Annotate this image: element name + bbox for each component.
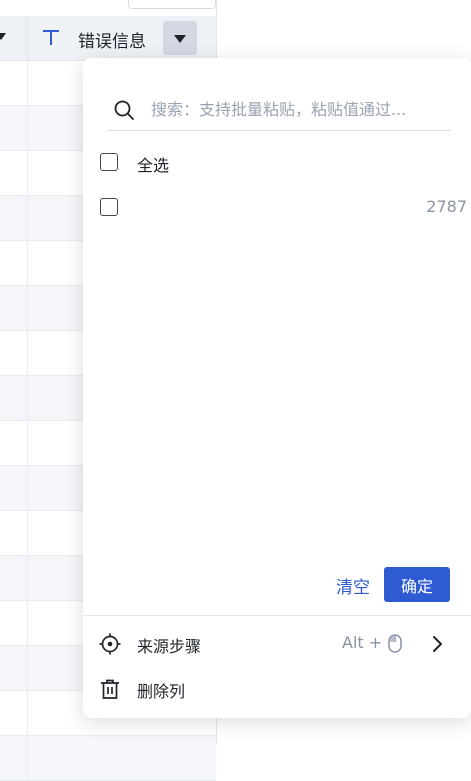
chevron-right-icon[interactable]: [430, 634, 444, 654]
menu-item-delete-column[interactable]: 删除列: [83, 669, 471, 709]
search-input[interactable]: [151, 94, 447, 124]
caret-down-icon: [174, 35, 186, 43]
column-filter-popup: 全选 2787 清空 确定 来源步骤 Alt +: [83, 58, 471, 718]
column-header-row: 错误信息: [0, 16, 216, 61]
trash-icon: [101, 679, 119, 699]
delete-column-label: 删除列: [137, 682, 186, 701]
text-type-icon: [43, 30, 59, 45]
divider: [83, 615, 471, 616]
select-all-label: 全选: [137, 156, 170, 175]
shortcut-hint: Alt +: [342, 633, 383, 652]
clear-button[interactable]: 清空: [336, 573, 370, 598]
filter-search: [107, 88, 451, 131]
caret-down-icon[interactable]: [0, 33, 6, 40]
confirm-button[interactable]: 确定: [384, 567, 450, 602]
source-step-label: 来源步骤: [137, 637, 202, 656]
filter-option-checkbox[interactable]: [100, 198, 118, 216]
select-all-option[interactable]: 全选: [100, 152, 471, 176]
toolbar-edge: [128, 0, 216, 9]
filter-option[interactable]: 2787: [100, 197, 471, 221]
table-row[interactable]: [0, 736, 216, 781]
menu-item-source-step[interactable]: 来源步骤 Alt +: [83, 624, 471, 664]
select-all-checkbox[interactable]: [100, 153, 118, 171]
prev-column-header[interactable]: [0, 16, 28, 60]
mouse-icon: [388, 634, 402, 653]
column-title: 错误信息: [78, 32, 146, 52]
column-dropdown-button[interactable]: [163, 21, 197, 55]
search-icon: [114, 100, 134, 120]
filter-option-count: 2787: [426, 197, 467, 216]
crosshair-icon: [99, 633, 121, 655]
